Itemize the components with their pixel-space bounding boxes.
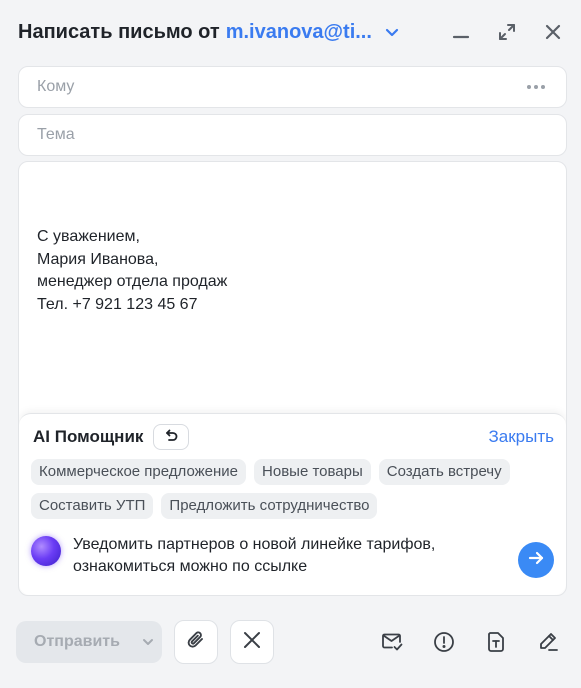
- discard-button[interactable]: [230, 620, 274, 664]
- minimize-icon[interactable]: [447, 18, 475, 46]
- ai-suggestion-chips: Коммерческое предложение Новые товары Со…: [31, 459, 560, 519]
- suggestion-chip[interactable]: Новые товары: [254, 459, 371, 485]
- suggestion-chip[interactable]: Создать встречу: [378, 459, 510, 485]
- compose-header: Написать письмо от m.ivanova@ti...: [18, 14, 567, 50]
- suggestion-chip[interactable]: Предложить сотрудничество: [161, 493, 378, 519]
- template-icon[interactable]: [483, 629, 509, 655]
- ai-assistant-panel: AI Помощник Закрыть Коммерческое предлож…: [19, 413, 566, 595]
- ai-send-button[interactable]: [518, 542, 554, 578]
- sender-email[interactable]: m.ivanova@ti...: [226, 21, 372, 44]
- paperclip-icon: [185, 629, 207, 656]
- more-dots-icon[interactable]: [524, 75, 548, 99]
- footer-tools: [379, 629, 567, 655]
- to-input[interactable]: [37, 78, 524, 96]
- attach-button[interactable]: [174, 620, 218, 664]
- close-icon[interactable]: [539, 18, 567, 46]
- window-controls: [447, 18, 567, 46]
- compose-title: Написать письмо от: [18, 20, 220, 43]
- message-body[interactable]: С уважением, Мария Иванова, менеджер отд…: [18, 161, 567, 596]
- send-button-group: Отправить: [16, 621, 162, 663]
- undo-button[interactable]: [153, 424, 190, 450]
- send-button[interactable]: Отправить: [16, 633, 134, 651]
- signature-icon[interactable]: [535, 629, 561, 655]
- ai-panel-header: AI Помощник Закрыть: [33, 424, 554, 450]
- signature-line: Тел. +7 921 123 45 67: [37, 295, 198, 313]
- suggestion-chip[interactable]: Составить УТП: [31, 493, 154, 519]
- importance-icon[interactable]: [431, 629, 457, 655]
- ai-orb-icon: [31, 536, 61, 566]
- chevron-down-icon[interactable]: [134, 621, 162, 663]
- ai-prompt-row: Уведомить партнеров о новой линейке тари…: [31, 534, 554, 578]
- signature-line: Мария Иванова,: [37, 250, 159, 268]
- suggestion-chip[interactable]: Коммерческое предложение: [31, 459, 247, 485]
- expand-icon[interactable]: [493, 18, 521, 46]
- compose-footer: Отправить: [16, 620, 567, 664]
- signature-line: менеджер отдела продаж: [37, 273, 228, 290]
- read-receipt-icon[interactable]: [379, 629, 405, 655]
- ai-panel-title: AI Помощник: [33, 427, 144, 446]
- arrow-right-icon: [527, 549, 545, 572]
- ai-close-link[interactable]: Закрыть: [489, 427, 554, 447]
- discard-icon: [242, 630, 262, 655]
- undo-icon: [163, 427, 179, 448]
- to-field[interactable]: [18, 66, 567, 108]
- ai-prompt-input[interactable]: Уведомить партнеров о новой линейке тари…: [73, 534, 518, 578]
- signature: С уважением, Мария Иванова, менеджер отд…: [37, 226, 227, 316]
- subject-input[interactable]: [37, 126, 548, 144]
- signature-line: С уважением,: [37, 228, 140, 245]
- chevron-down-icon[interactable]: [380, 20, 404, 44]
- subject-field[interactable]: [18, 114, 567, 156]
